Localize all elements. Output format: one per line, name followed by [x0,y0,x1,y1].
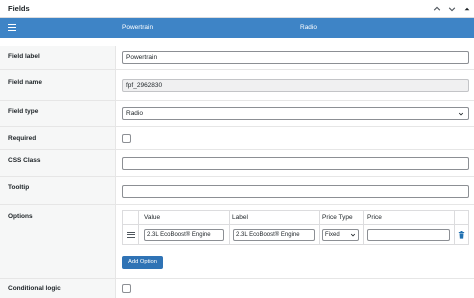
field-summary-label: Powertrain [122,24,154,31]
conditional-logic-row: Conditional logic [0,279,474,298]
tooltip-row: Tooltip [0,177,474,205]
options-label: Options [8,213,33,220]
add-option-button[interactable]: Add Option [122,256,163,269]
chevron-up-icon[interactable] [431,3,442,14]
tooltip-input[interactable] [122,185,469,198]
options-table: Value Label Price Type Price 2.3L EcoBoo… [122,210,469,245]
field-type-select[interactable]: Radio [122,107,469,120]
field-type-value: Radio [126,110,143,117]
conditional-logic-label: Conditional logic [8,285,61,292]
field-name-row: Field name fpf_2962830 [0,70,474,101]
field-name-label: Field name [8,79,42,86]
field-label-label: Field label [8,53,40,60]
select-arrow-icon [350,233,356,237]
field-type-row: Field type Radio [0,101,474,127]
option-price-type-select[interactable]: Fixed [322,229,359,241]
select-arrow-icon [458,112,464,116]
col-label-header: Label [232,214,248,221]
option-price-type-value: Fixed [325,232,340,238]
panel-title: Fields [8,4,30,13]
option-price-input[interactable] [367,229,450,241]
field-summary-type: Radio [300,24,317,31]
options-row: Options Value Label Price Type Price 2.3… [0,205,474,279]
required-row: Required [0,127,474,150]
col-price-header: Price [367,214,382,221]
col-price-type-header: Price Type [322,214,353,221]
css-class-row: CSS Class [0,150,474,177]
options-table-header: Value Label Price Type Price [123,211,468,225]
required-label: Required [8,135,37,142]
required-checkbox[interactable] [122,134,131,143]
trash-icon[interactable] [458,231,465,239]
field-label-row: Field label Powertrain [0,46,474,70]
conditional-logic-checkbox[interactable] [122,284,131,293]
field-summary-bar[interactable]: Powertrain Radio [0,18,474,38]
field-label-input[interactable]: Powertrain [122,51,469,64]
col-value-header: Value [144,214,161,221]
field-type-label: Field type [8,108,39,115]
field-name-input[interactable]: fpf_2962830 [122,79,469,92]
css-class-input[interactable] [122,157,469,170]
tooltip-label: Tooltip [8,184,30,191]
menu-icon[interactable] [8,24,16,32]
drag-handle-icon[interactable] [127,232,135,238]
css-class-label: CSS Class [8,157,41,164]
option-label-input[interactable]: 2.3L EcoBoost® Engine [233,229,315,241]
collapse-arrow-icon[interactable] [461,3,472,14]
chevron-down-icon[interactable] [446,3,457,14]
fields-panel-header: Fields [0,0,474,18]
option-value-input[interactable]: 2.3L EcoBoost® Engine [144,229,224,241]
